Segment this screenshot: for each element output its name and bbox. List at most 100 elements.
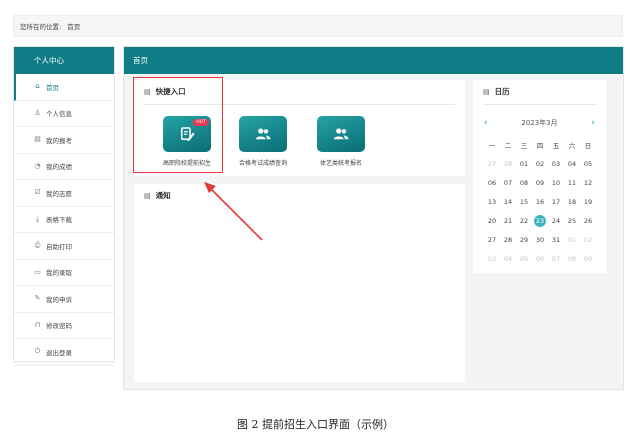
calendar-card: ▤ 日历 ‹ 2023年3月 › 一二三四五六日 27 28 01 02 03 04 05 06… [473,80,606,273]
calendar-day[interactable]: 17 [548,192,564,211]
calendar-day[interactable]: 27 [484,230,500,249]
sidebar-item-label: 我的成绩 [46,163,72,172]
calendar-day[interactable]: 01 [564,230,580,249]
sidebar-item-scores[interactable]: ◔ 我的成绩 [14,154,114,180]
calendar-day[interactable]: 08 [516,173,532,192]
calendar-day[interactable]: 30 [532,230,548,249]
calendar-day[interactable]: 25 [564,211,580,230]
breadcrumb-prefix: 您所在的位置: [20,23,62,31]
sidebar-item-label: 我的报考 [46,136,72,145]
calendar-day[interactable]: 02 [580,230,596,249]
calendar-day[interactable]: 26 [580,211,596,230]
weekday-label: 六 [568,141,576,150]
calendar-day[interactable]: 01 [516,154,532,173]
art-sports-registration-tile[interactable] [317,116,365,152]
calendar-day[interactable]: 24 [548,211,564,230]
breadcrumb-current[interactable]: 首页 [67,21,80,31]
calendar-day[interactable]: 21 [500,211,516,230]
calendar-day[interactable]: 18 [564,192,580,211]
highlight-box [133,77,223,173]
printer-icon: ⎙ [34,241,41,250]
sidebar-item-appeal[interactable]: ✎ 我的申诉 [14,286,114,313]
sidebar-item-label: 修改密码 [46,322,72,331]
download-icon: ⤓ [35,214,40,223]
art-sports-registration-label[interactable]: 体艺类统考报名 [301,158,381,167]
users-icon [333,128,349,140]
calendar-month: 2023年3月 [521,119,558,127]
calendar-day[interactable]: 09 [532,173,548,192]
sidebar-item-print[interactable]: ⎙ 自助打印 [14,233,114,260]
lock-icon: ⊓ [34,320,41,329]
calendar-day[interactable]: 31 [548,230,564,249]
list-icon: ▤ [144,191,151,200]
calendar-nav: ‹ 2023年3月 › [473,118,606,128]
sidebar-item-downloads[interactable]: ⤓ 表格下载 [14,207,114,233]
calendar-day[interactable]: 05 [516,249,532,268]
calendar-day[interactable]: 10 [548,173,564,192]
notice-title: ▤ 通知 [144,191,171,200]
sidebar-item-logout[interactable]: ⏻ 退出登录 [14,339,114,366]
calendar-day[interactable]: 06 [532,249,548,268]
sidebar-item-registration[interactable]: ▤ 我的报考 [14,127,114,154]
sidebar-item-label: 首页 [46,83,59,92]
calendar-day[interactable]: 28 [500,154,516,173]
calendar-day-today[interactable]: 23 [532,211,548,230]
logout-icon: ⏻ [34,347,41,356]
calendar-day[interactable]: 14 [500,192,516,211]
calendar-day[interactable]: 04 [564,154,580,173]
sidebar-item-password[interactable]: ⊓ 修改密码 [14,313,114,339]
users-icon [255,128,271,140]
calendar-day[interactable]: 03 [548,154,564,173]
score-query-tile[interactable] [239,116,287,152]
chart-icon: ◔ [34,161,41,170]
calendar-day[interactable]: 11 [564,173,580,192]
user-icon: ♙ [34,108,41,117]
sidebar-item-preferences[interactable]: ☑ 我的志愿 [14,180,114,207]
calendar-day[interactable]: 09 [580,249,596,268]
figure-caption: 图 2 提前招生入口界面（示例） [237,418,394,431]
sidebar-item-label: 退出登录 [46,348,72,357]
calendar-day[interactable]: 16 [532,192,548,211]
calendar-day[interactable]: 29 [516,230,532,249]
calendar-day[interactable]: 13 [484,192,500,211]
checklist-icon: ☑ [34,188,41,197]
calendar-day[interactable]: 04 [500,249,516,268]
notice-card: ▤ 通知 [134,184,465,382]
weekday-label: 日 [584,141,592,150]
calendar-day[interactable]: 15 [516,192,532,211]
calendar-day[interactable]: 03 [484,249,500,268]
calendar-day[interactable]: 02 [532,154,548,173]
sidebar-item-home[interactable]: ⌂ 首页 [14,74,114,101]
edit-icon: ✎ [34,294,41,303]
sidebar-item-label: 表格下载 [46,216,72,225]
calendar-day[interactable]: 08 [564,249,580,268]
sidebar-item-profile[interactable]: ♙ 个人信息 [14,101,114,127]
chevron-left-icon[interactable]: ‹ [484,118,488,128]
calendar-day[interactable]: 27 [484,154,500,173]
calendar-day[interactable]: 20 [484,211,500,230]
calendar-day[interactable]: 22 [516,211,532,230]
sidebar-item-label: 我的录取 [46,269,72,278]
sidebar: 个人中心 ⌂ 首页 ♙ 个人信息 ▤ 我的报考 ◔ 我的成绩 ☑ 我的志愿 ⤓ … [13,46,115,366]
weekday-label: 四 [536,141,544,150]
divider [483,104,596,105]
calendar-day[interactable]: 07 [548,249,564,268]
calendar-day[interactable]: 06 [484,173,500,192]
calendar-grid: 一二三四五六日 27 28 01 02 03 04 05 06 07 08 09 10 11 12 13 14 1… [484,135,596,268]
calendar-day[interactable]: 05 [580,154,596,173]
sidebar-item-label: 自助打印 [46,242,72,251]
sidebar-item-label: 个人信息 [46,110,72,119]
sidebar-item-label: 我的志愿 [46,189,72,198]
chevron-right-icon[interactable]: › [591,118,595,128]
sidebar-item-label: 我的申诉 [46,295,72,304]
score-query-label[interactable]: 合格考试成绩查询 [223,158,303,167]
weekday-label: 一 [488,141,496,150]
weekday-label: 二 [504,141,512,150]
sidebar-title: 个人中心 [14,47,114,74]
calendar-day[interactable]: 07 [500,173,516,192]
calendar-day[interactable]: 19 [580,192,596,211]
sidebar-item-admission[interactable]: ▭ 我的录取 [14,260,114,286]
calendar-day[interactable]: 12 [580,173,596,192]
home-icon: ⌂ [35,82,40,91]
calendar-day[interactable]: 28 [500,230,516,249]
